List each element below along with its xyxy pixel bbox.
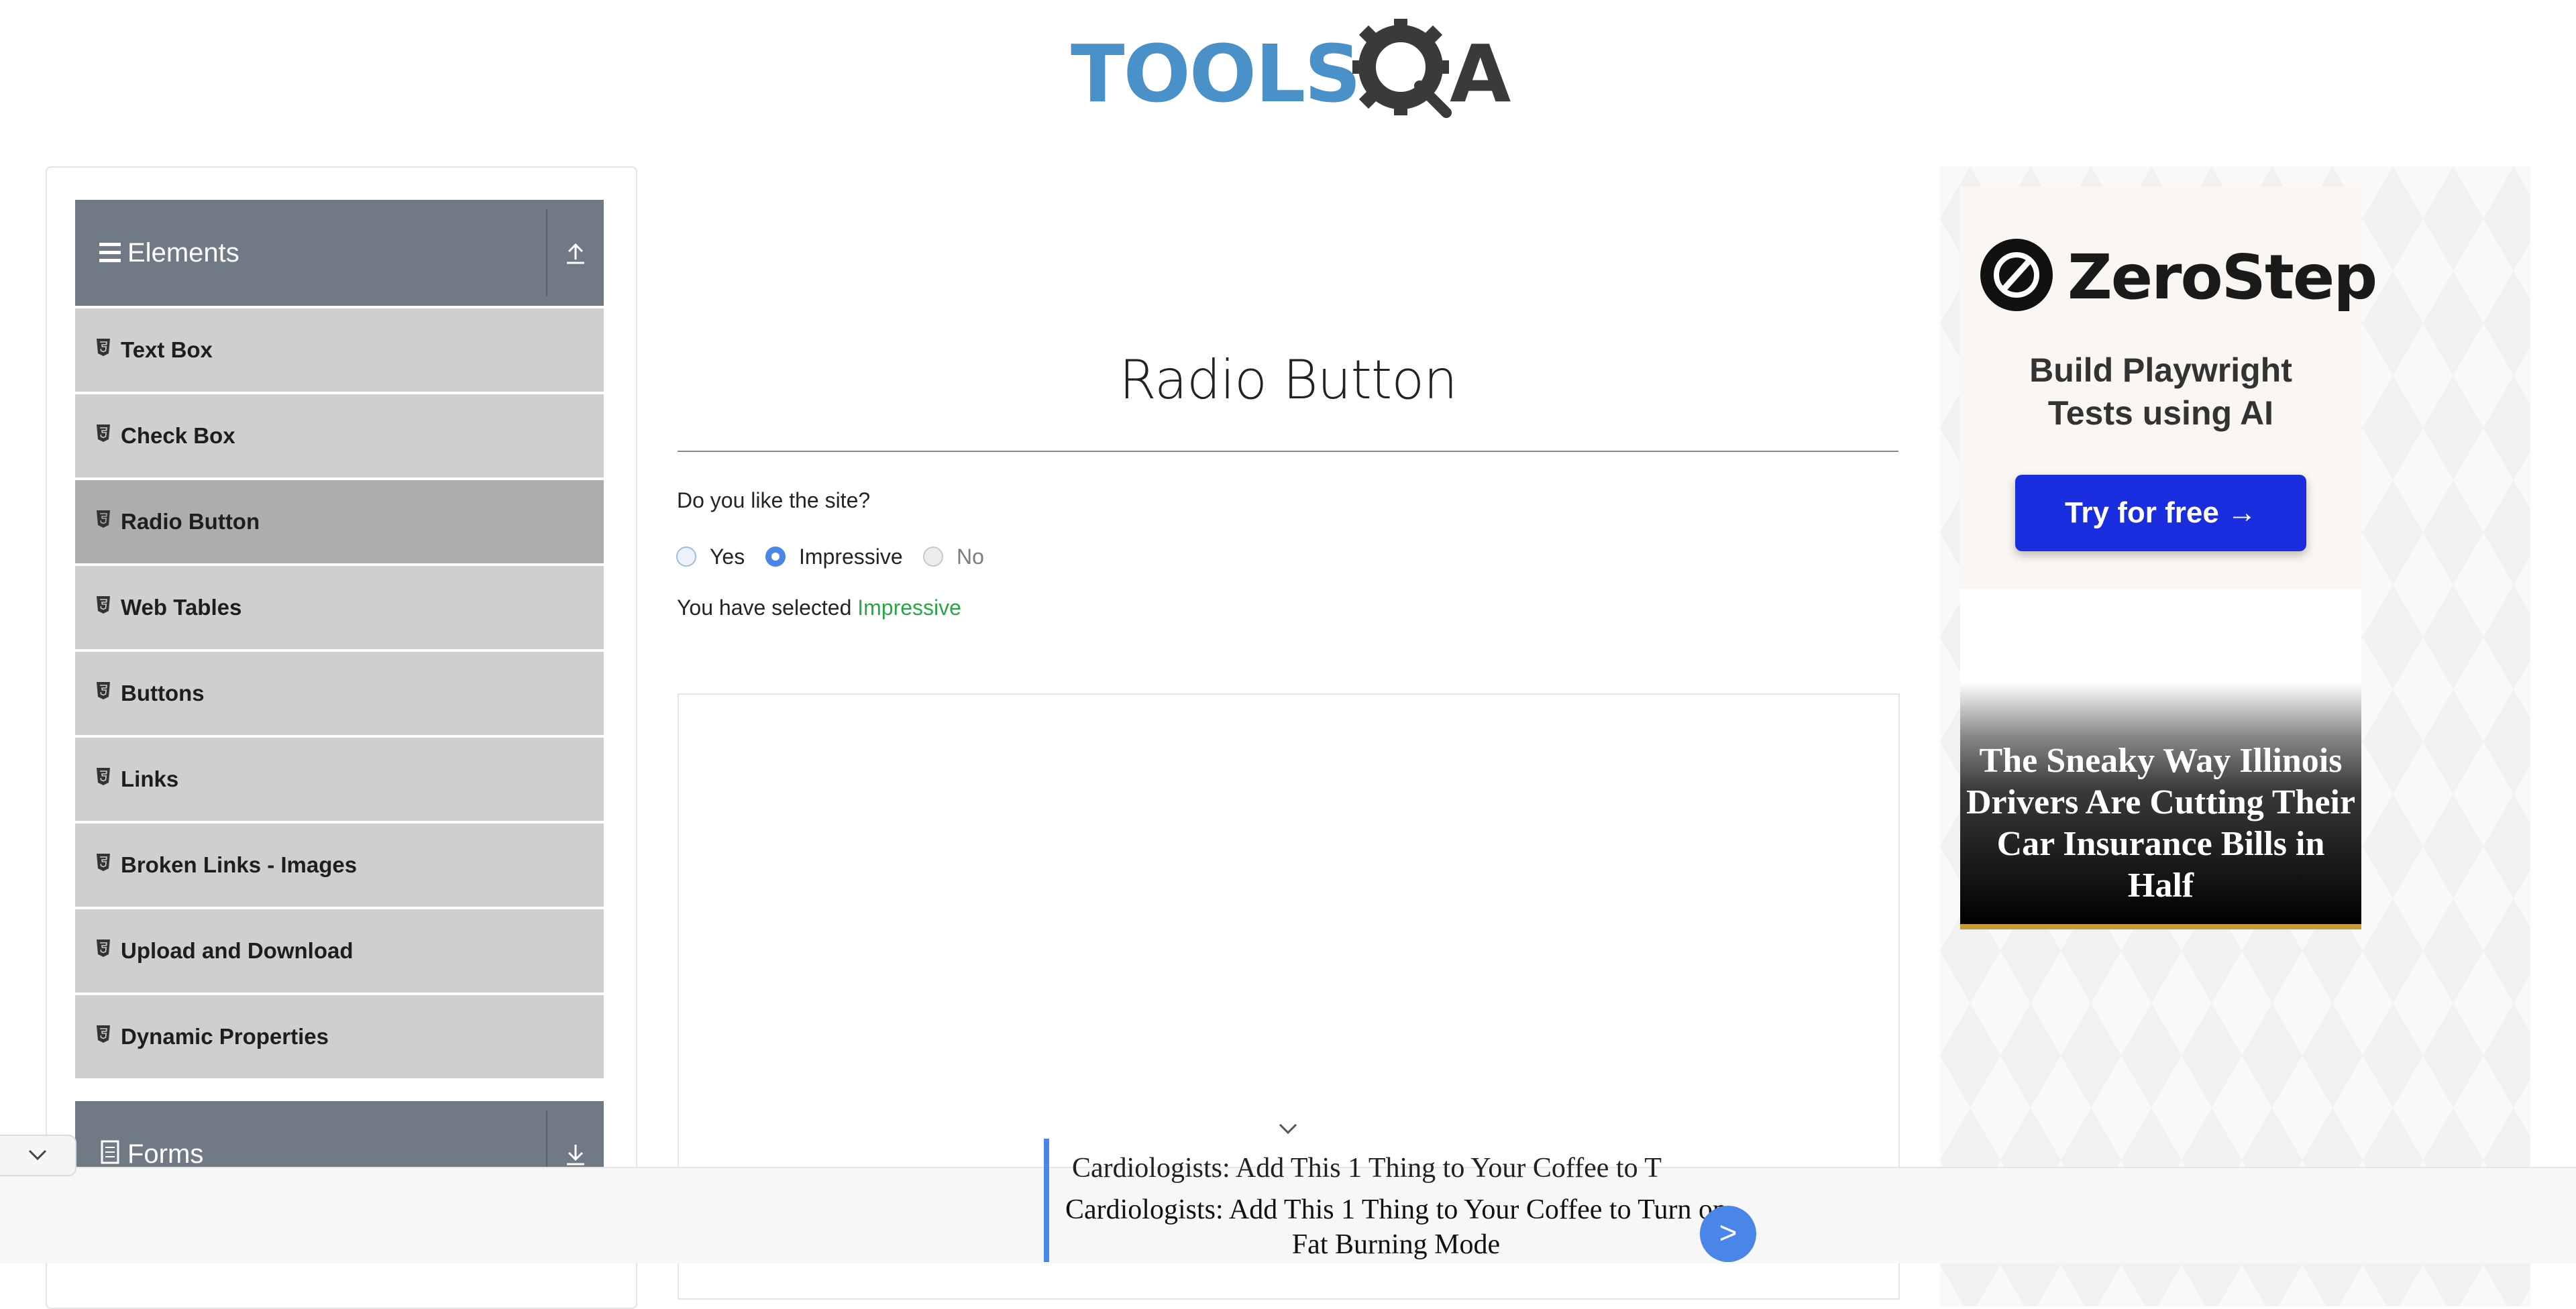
sidebar-item-label: Broken Links - Images (121, 852, 358, 877)
ad-accent-bar (1044, 1139, 1049, 1262)
radio-yes[interactable] (676, 547, 696, 567)
illinois-headline: The Sneaky Way Illinois Drivers Are Cutt… (1966, 742, 2356, 905)
chevron-down-icon (28, 1149, 47, 1161)
zerostep-ad[interactable]: ZeroStep Build Playwright Tests using AI… (1960, 186, 2377, 589)
sidebar-item-web-tables[interactable]: Web Tables (75, 566, 604, 652)
sidebar-item-label: Check Box (121, 423, 235, 448)
html5-icon (97, 424, 110, 442)
sidebar-item-label: Buttons (121, 681, 205, 705)
group-label-elements: Elements (127, 238, 239, 268)
result-text: You have selected Impressive (677, 595, 961, 620)
zerostep-tagline-2: Tests using AI (2047, 394, 2274, 432)
try-for-free-button[interactable]: Try for free → (2015, 475, 2306, 551)
radio-option-impressive[interactable]: Impressive (765, 542, 903, 571)
logo-wordmark: TOOLS (1071, 27, 1361, 121)
sidebar-item-label: Upload and Download (121, 938, 354, 963)
zerostep-tagline-1: Build Playwright (2029, 351, 2292, 389)
question-text: Do you like the site? (677, 488, 871, 512)
page-title: Radio Button (1119, 349, 1458, 411)
sidebar-item-text-box[interactable]: Text Box (75, 308, 604, 394)
title-divider (678, 451, 1898, 452)
ad-go-button[interactable]: > (1700, 1206, 1756, 1262)
result-prefix: You have selected (677, 595, 858, 620)
html5-icon (97, 510, 110, 528)
radio-label-no: No (957, 544, 984, 569)
sidebar-item-label: Links (121, 766, 179, 791)
ad-collapse-tab[interactable] (0, 1135, 76, 1176)
html5-icon (97, 940, 110, 957)
result-value: Impressive (857, 595, 961, 620)
sidebar-item-label: Radio Button (121, 509, 260, 534)
collapse-up-icon[interactable] (547, 200, 604, 306)
ad-ghost-text: Cardiologists: Add This 1 Thing to Your … (1072, 1153, 1662, 1184)
html5-icon (97, 1025, 110, 1043)
sidebar-item-radio-button[interactable]: Radio Button (75, 480, 604, 566)
html5-icon (97, 339, 110, 356)
sidebar-item-broken-links[interactable]: Broken Links - Images (75, 823, 604, 909)
html5-icon (97, 768, 110, 785)
sidebar-item-check-box[interactable]: Check Box (75, 394, 604, 480)
group-header-elements[interactable]: Elements (75, 200, 604, 306)
list-icon (99, 243, 121, 262)
radio-option-no: No (923, 542, 984, 571)
radio-option-yes[interactable]: Yes (676, 542, 745, 571)
toolsqa-logo[interactable]: TOOLS A (1071, 19, 1511, 123)
zerostep-logo-icon (1980, 239, 2053, 311)
logo-tools-text: TOOLS (1071, 27, 1361, 120)
radio-label-impressive[interactable]: Impressive (799, 545, 903, 569)
sidebar-item-dynamic-properties[interactable]: Dynamic Properties (75, 995, 604, 1081)
radio-label-yes[interactable]: Yes (710, 545, 745, 569)
document-icon (101, 1140, 119, 1164)
zerostep-brand: ZeroStep (2068, 241, 2377, 313)
sidebar-item-buttons[interactable]: Buttons (75, 652, 604, 738)
radio-impressive[interactable] (765, 547, 786, 567)
sidebar-item-links[interactable]: Links (75, 738, 604, 823)
html5-icon (97, 854, 110, 871)
html5-icon (97, 682, 110, 699)
html5-icon (97, 596, 110, 614)
logo-qa-text: A (1450, 27, 1511, 120)
sidebar-item-label: Web Tables (121, 595, 242, 620)
logo-a-wrap: A (1450, 27, 1511, 121)
zerostep-tagline: Build Playwright Tests using AI (1960, 349, 2361, 435)
chevron-down-icon[interactable] (1275, 1120, 1301, 1137)
sidebar-item-upload-download[interactable]: Upload and Download (75, 909, 604, 995)
ad-headline[interactable]: Cardiologists: Add This 1 Thing to Your … (1064, 1192, 1728, 1262)
sidebar-item-label: Text Box (121, 337, 213, 362)
sidebar-item-label: Dynamic Properties (121, 1024, 329, 1049)
bottom-ad[interactable]: Cardiologists: Add This 1 Thing to Your … (1044, 1139, 1768, 1262)
illinois-insurance-ad[interactable]: The Sneaky Way Illinois Drivers Are Cutt… (1960, 589, 2361, 929)
radio-no (923, 547, 943, 567)
